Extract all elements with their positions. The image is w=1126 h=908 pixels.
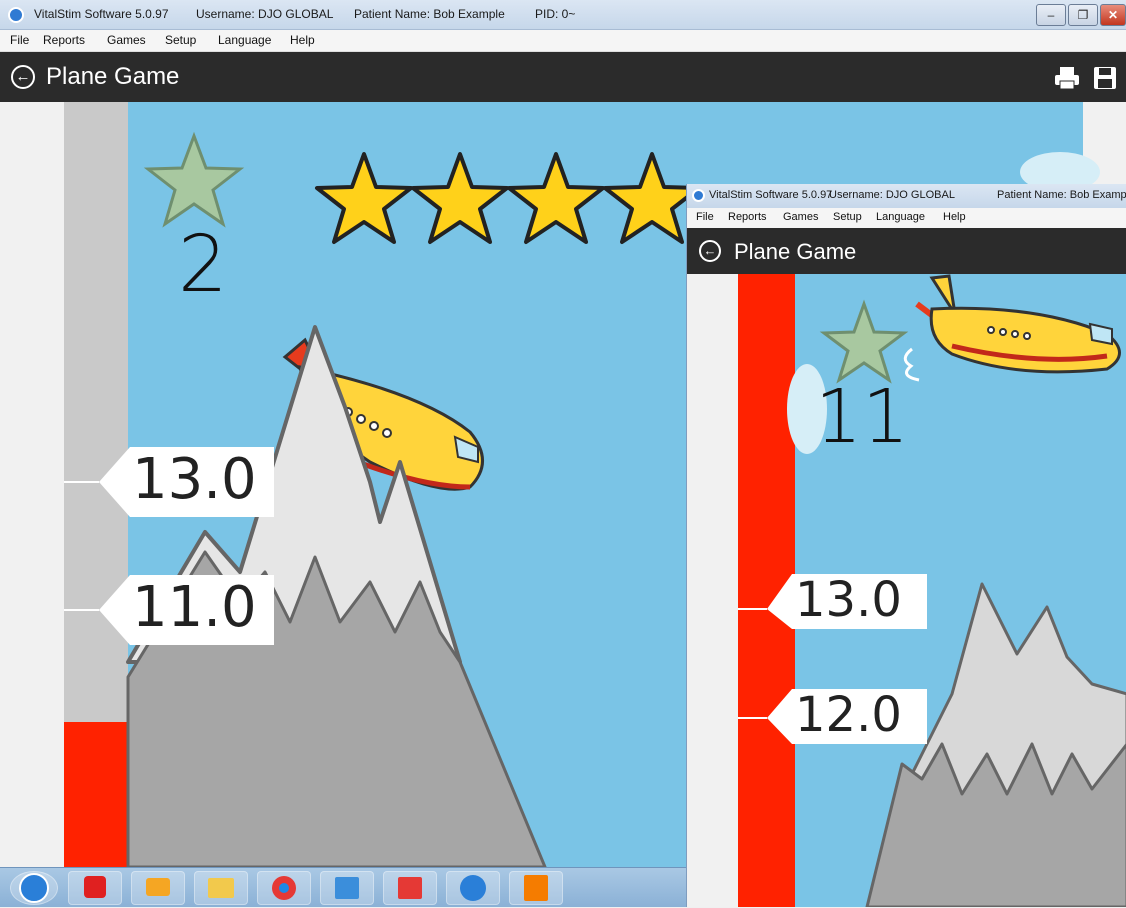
taskbar bbox=[0, 867, 690, 907]
page-header: ← Plane Game bbox=[0, 52, 1126, 102]
gold-star-icon bbox=[315, 152, 413, 244]
earned-stars bbox=[315, 152, 701, 244]
vitalstim-app-icon bbox=[8, 7, 24, 23]
app-name: VitalStim Software 5.0.97 bbox=[709, 189, 833, 201]
menu-setup[interactable]: Setup bbox=[165, 33, 196, 47]
menu-file[interactable]: File bbox=[696, 211, 714, 223]
close-button[interactable]: ✕ bbox=[1100, 4, 1126, 26]
menu-games[interactable]: Games bbox=[783, 211, 818, 223]
menu-help[interactable]: Help bbox=[943, 211, 966, 223]
menu-setup[interactable]: Setup bbox=[833, 211, 862, 223]
back-arrow-icon[interactable]: ← bbox=[11, 65, 35, 89]
title-bar: VitalStim Software 5.0.97 Username: DJO … bbox=[0, 0, 1126, 30]
secondary-game-canvas: 11 13.0 12.0 bbox=[687, 274, 1126, 907]
patient-name-label: Patient Name: Bob Example bbox=[354, 7, 505, 21]
page-title: Plane Game bbox=[734, 239, 857, 264]
menu-file[interactable]: File bbox=[10, 33, 29, 47]
score-counter: 11 bbox=[815, 374, 910, 460]
app-name: VitalStim Software 5.0.97 bbox=[34, 7, 169, 21]
score-counter: 2 bbox=[178, 220, 228, 310]
save-icon[interactable] bbox=[1093, 66, 1117, 90]
menu-games[interactable]: Games bbox=[107, 33, 146, 47]
vitalstim-app-icon bbox=[692, 189, 705, 202]
gold-star-icon bbox=[507, 152, 605, 244]
score-star-icon bbox=[143, 131, 245, 228]
secondary-window: VitalStim Software 5.0.97 Username: DJO … bbox=[686, 184, 1126, 907]
minimize-button[interactable]: – bbox=[1036, 4, 1066, 26]
gold-star-icon bbox=[411, 152, 509, 244]
patient-name-label: Patient Name: Bob Examp bbox=[997, 189, 1126, 201]
menu-bar: File Reports Games Setup Language Help bbox=[0, 30, 1126, 52]
username-label: Username: DJO GLOBAL bbox=[829, 189, 955, 201]
secondary-menu-bar: File Reports Games Setup Language Help bbox=[687, 208, 1126, 228]
secondary-header: ← Plane Game bbox=[687, 228, 1126, 274]
menu-help[interactable]: Help bbox=[290, 33, 315, 47]
username-label: Username: DJO GLOBAL bbox=[196, 7, 334, 21]
upper-threshold-marker: 13.0 bbox=[795, 572, 902, 628]
menu-reports[interactable]: Reports bbox=[43, 33, 85, 47]
menu-reports[interactable]: Reports bbox=[728, 211, 767, 223]
printer-icon[interactable] bbox=[1054, 66, 1080, 90]
upper-threshold-marker: 13.0 bbox=[132, 447, 257, 512]
secondary-title-bar: VitalStim Software 5.0.97 Username: DJO … bbox=[687, 184, 1126, 208]
menu-language[interactable]: Language bbox=[876, 211, 925, 223]
lower-threshold-marker: 12.0 bbox=[795, 687, 902, 743]
back-arrow-icon[interactable]: ← bbox=[699, 240, 721, 262]
secondary-game-scene bbox=[687, 274, 1126, 907]
lower-threshold-marker: 11.0 bbox=[132, 575, 257, 640]
page-title: Plane Game bbox=[46, 63, 180, 90]
gold-star-icon bbox=[603, 152, 701, 244]
pid-label: PID: 0~ bbox=[535, 7, 576, 21]
maximize-button[interactable]: ❐ bbox=[1068, 4, 1098, 26]
taskbar-glyphs bbox=[19, 873, 548, 903]
menu-language[interactable]: Language bbox=[218, 33, 271, 47]
